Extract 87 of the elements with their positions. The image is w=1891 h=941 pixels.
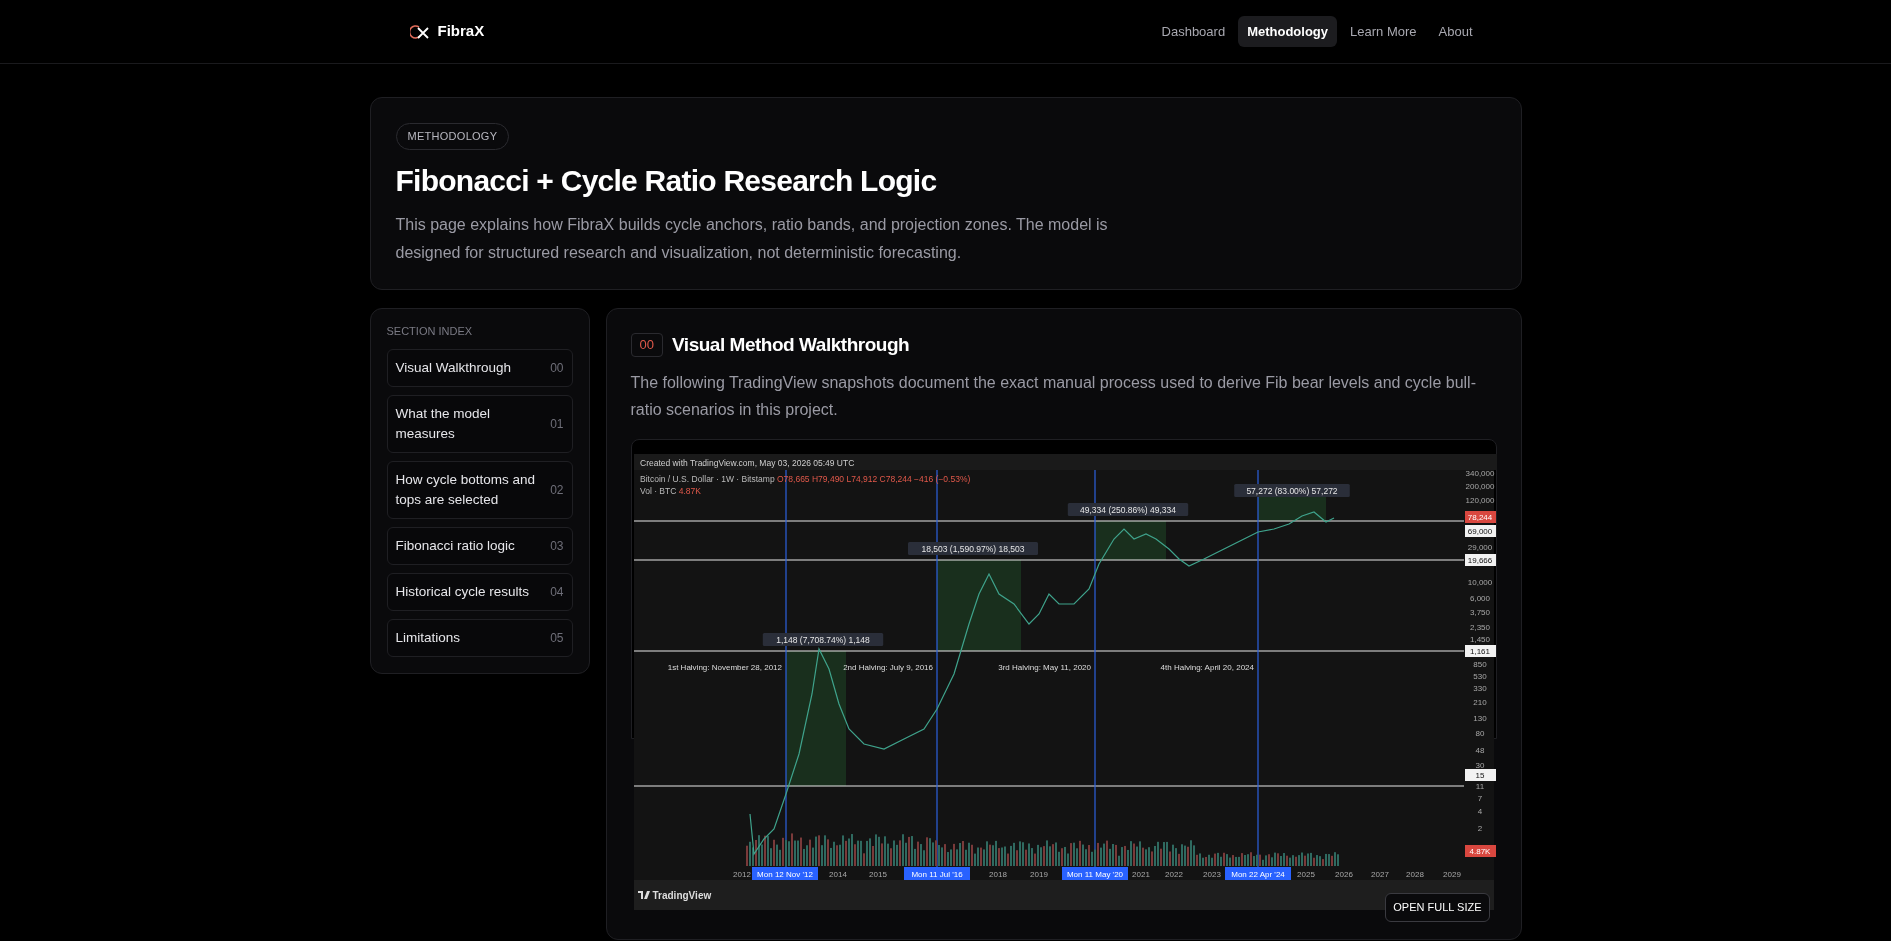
- price-axis-label: 530: [1472, 672, 1487, 681]
- nav-link[interactable]: Methodology: [1238, 15, 1338, 48]
- section-index-item[interactable]: How cycle bottoms and tops are selected 02: [386, 461, 573, 519]
- year-label: 2019: [1029, 870, 1048, 879]
- section-index-number: 03: [550, 538, 564, 555]
- price-axis-label: 340,000: [1465, 469, 1494, 478]
- tradingview-logo-icon: [637, 891, 650, 899]
- section-index-item[interactable]: Limitations 05: [386, 619, 573, 657]
- year-label: 2022: [1164, 870, 1183, 879]
- section-number: 00: [630, 333, 663, 357]
- range-label: 18,503 (1,590.97%) 18,503: [907, 542, 1038, 555]
- section-index-item[interactable]: Fibonacci ratio logic 03: [386, 527, 573, 565]
- section-index-item[interactable]: What the model measures 01: [386, 395, 573, 453]
- price-axis-label: 80: [1475, 729, 1484, 738]
- price-axis-label: 4: [1477, 807, 1482, 816]
- current-price-tag: 4.87K: [1464, 845, 1496, 857]
- chart-header-text: Created with TradingView.com, May 03, 2026 05:49 UTC: [639, 458, 854, 468]
- price-axis-label: 1,450: [1469, 635, 1490, 644]
- section-index-label: Visual Walkthrough: [395, 359, 512, 377]
- section-index-label: How cycle bottoms and tops are selected: [395, 471, 537, 509]
- open-full-size-button[interactable]: OPEN FULL SIZE: [1385, 893, 1490, 922]
- year-label: 2015: [868, 870, 887, 879]
- price-level-tag: 69,000: [1464, 525, 1496, 537]
- year-label: 2021: [1131, 870, 1150, 879]
- year-label: 2026: [1334, 870, 1353, 879]
- price-axis-label: 11: [1475, 782, 1484, 791]
- price-axis-label: 120,000: [1465, 496, 1494, 505]
- current-price-tag: 78,244: [1464, 511, 1496, 523]
- price-level-tag: 15: [1464, 769, 1496, 781]
- year-label: 2014: [828, 870, 847, 879]
- section-index-number: 01: [550, 416, 564, 433]
- section-description: The following TradingView snapshots document the exact manual process used to derive Fib bear levels and cycle bull-ratio scenarios in this project.: [630, 373, 1477, 420]
- price-axis-label: 10,000: [1467, 578, 1492, 587]
- section-index-label: Fibonacci ratio logic: [395, 537, 515, 555]
- year-label: 2029: [1442, 870, 1461, 879]
- date-marker: Mon 22 Apr '24: [1224, 867, 1291, 880]
- nav-link[interactable]: Dashboard: [1152, 15, 1235, 48]
- logo-icon: [409, 23, 432, 40]
- date-marker: Mon 11 May '20: [1061, 867, 1128, 880]
- volume-legend: Vol · BTC 4.87K: [639, 486, 701, 496]
- year-label: 2012: [732, 870, 751, 879]
- price-axis-label: 330: [1472, 684, 1487, 693]
- section-index-heading: SECTION INDEX: [386, 323, 474, 339]
- price-axis-label: 210: [1472, 698, 1487, 707]
- price-axis-label: 7: [1477, 794, 1482, 803]
- tradingview-brand: TradingView: [652, 888, 712, 903]
- year-label: 2028: [1405, 870, 1424, 879]
- halving-label: 1st Halving: November 28, 2012: [667, 663, 782, 672]
- halving-label: 3rd Halving: May 11, 2020: [997, 663, 1091, 672]
- price-axis-label: 200,000: [1465, 482, 1494, 491]
- section-index-item[interactable]: Visual Walkthrough 00: [386, 349, 573, 387]
- page-description: This page explains how FibraX builds cycle anchors, ratio bands, and projection zones. The model is designed for structured research and visualization, not deterministic forecasting.: [395, 214, 1109, 263]
- range-label: 57,272 (83.00%) 57,272: [1233, 484, 1350, 497]
- section-index-label: What the model measures: [395, 405, 492, 443]
- year-label: 2023: [1202, 870, 1221, 879]
- range-label: 49,334 (250.86%) 49,334: [1067, 503, 1188, 516]
- date-marker: Mon 11 Jul '16: [903, 867, 970, 880]
- page-title: Fibonacci + Cycle Ratio Research Logic: [395, 162, 938, 199]
- section-index-label: Historical cycle results: [395, 583, 530, 601]
- price-axis-label: 2: [1477, 824, 1482, 833]
- price-axis-label: 29,000: [1467, 543, 1492, 552]
- price-axis-label: 130: [1472, 714, 1487, 723]
- year-label: 2018: [988, 870, 1007, 879]
- section-index-number: 04: [550, 584, 564, 601]
- year-label: 2027: [1370, 870, 1389, 879]
- nav-link[interactable]: Learn More: [1341, 15, 1426, 48]
- price-axis-label: 3,750: [1469, 608, 1490, 617]
- nav-link[interactable]: About: [1429, 15, 1482, 48]
- section-index-label: Limitations: [395, 629, 461, 647]
- section-title: Visual Method Walkthrough: [671, 332, 910, 357]
- price-level-tag: 1,161: [1464, 645, 1496, 657]
- date-marker: Mon 12 Nov '12: [751, 867, 818, 880]
- price-level-tag: 19,666: [1464, 554, 1496, 566]
- price-axis-label: 30: [1475, 761, 1484, 770]
- price-axis-label: 850: [1472, 660, 1487, 669]
- halving-label: 4th Halving: April 20, 2024: [1160, 663, 1254, 672]
- range-label: 1,148 (7,708.74%) 1,148: [762, 633, 883, 646]
- price-axis-label: 48: [1475, 746, 1484, 755]
- section-index-number: 02: [550, 482, 564, 499]
- halving-label: 2nd Halving: July 9, 2016: [842, 663, 933, 672]
- year-label: 2025: [1296, 870, 1315, 879]
- logo-text: FibraX: [437, 21, 485, 42]
- price-axis-label: 6,000: [1469, 594, 1490, 603]
- section-index-number: 00: [550, 360, 564, 377]
- price-axis-label: 2,350: [1469, 623, 1490, 632]
- section-index-item[interactable]: Historical cycle results 04: [386, 573, 573, 611]
- section-index-number: 05: [550, 630, 564, 647]
